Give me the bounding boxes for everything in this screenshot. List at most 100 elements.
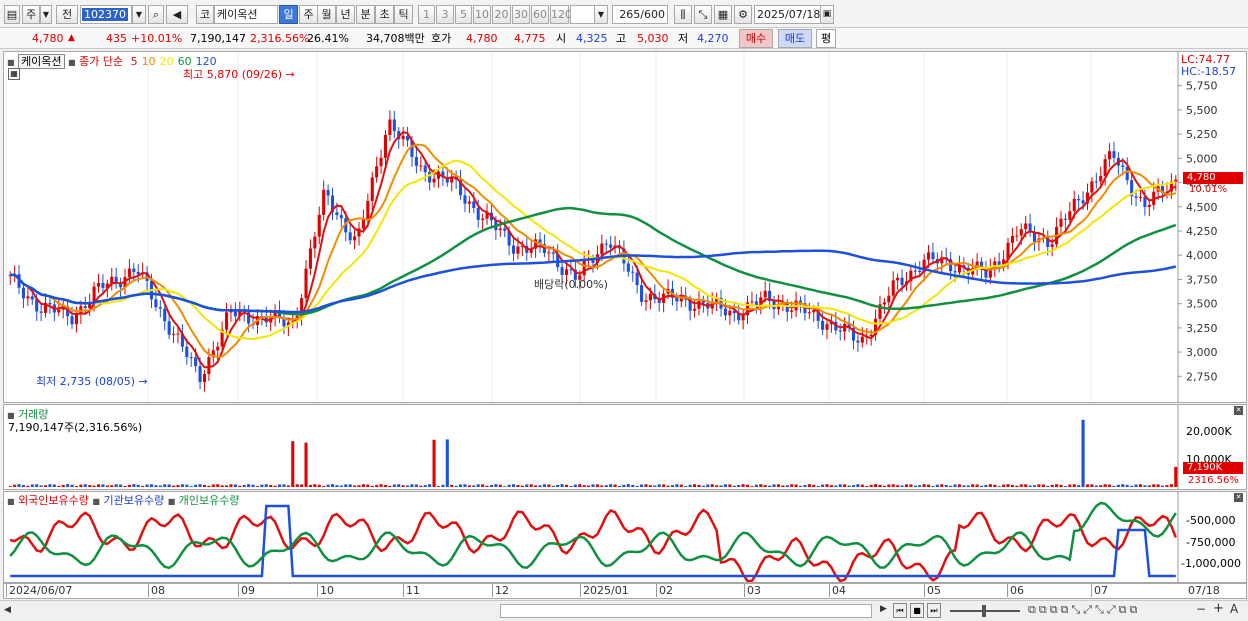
eval-button[interactable]: 평 (816, 29, 836, 48)
candle-body (39, 311, 43, 313)
volume-bar (52, 484, 56, 487)
volume-bar (35, 484, 39, 487)
volume-bar (74, 486, 78, 487)
sound-icon[interactable]: ◀ (166, 5, 188, 24)
candle-body (176, 333, 180, 335)
candle-body (353, 236, 357, 241)
y-tick-label: 5,500 (1186, 104, 1218, 117)
volume-bar (560, 484, 564, 487)
volume-bar (534, 485, 538, 487)
scroll-right-icon[interactable]: ▶ (880, 604, 887, 614)
tool-icons[interactable]: ⧉⧉⧉⧉⤡⤢⤡⤢⧉⧉ (1028, 603, 1140, 617)
timeframe-button[interactable]: 주 (299, 5, 318, 24)
volume-bar (445, 439, 449, 487)
candle-body (96, 282, 101, 287)
grid-icon[interactable]: ▦ (714, 5, 732, 24)
timeframe-button[interactable]: 일 (279, 5, 298, 24)
zoom-out-icon[interactable]: − (1196, 602, 1206, 616)
volume-bar (896, 485, 900, 487)
interval-button[interactable]: 3 (436, 5, 454, 24)
interval-button[interactable]: 120 (550, 5, 572, 24)
chart-type-icon[interactable]: ▤ (4, 5, 20, 24)
candle-body (931, 252, 935, 259)
search-icon[interactable]: ⌕ (148, 5, 164, 24)
candle-body (1094, 181, 1098, 183)
candle-body (1032, 232, 1037, 243)
hc-label: HC:-18.57 (1181, 65, 1237, 78)
candle-body (1081, 200, 1085, 204)
rewind-icon[interactable]: ⏮ (893, 603, 907, 618)
volume-bar (13, 484, 17, 487)
code-dropdown-icon[interactable]: ▼ (132, 5, 146, 24)
stock-name-tag[interactable]: 케이옥션 (18, 54, 65, 69)
timeframe-button[interactable]: 초 (375, 5, 394, 24)
volume-bar (979, 485, 984, 487)
candle-body (467, 201, 471, 204)
settings-icon[interactable]: ⚙ (734, 5, 752, 24)
buy-button[interactable]: 매수 (739, 29, 773, 48)
period-select[interactable]: 주 (22, 5, 40, 24)
sell-button[interactable]: 매도 (778, 29, 812, 48)
holdings-pane[interactable]: ■ 외국인보유수량 ■ 기관보유수량 ■ 개인보유수량 -500,000 -75… (3, 491, 1247, 583)
volume-bar (277, 484, 282, 487)
font-size-icon[interactable]: A (1230, 602, 1238, 616)
candle-body (472, 201, 476, 208)
candle-body (635, 272, 639, 286)
candle-body (754, 301, 758, 306)
candle-icon[interactable]: ⫼ (674, 5, 692, 24)
date-axis-end-label: 07/18 (1188, 584, 1220, 597)
timeframe-button[interactable]: 분 (356, 5, 375, 24)
volume-bar (1055, 484, 1059, 487)
close-icon[interactable]: ✕ (1234, 406, 1243, 415)
interval-button[interactable]: 10 (473, 5, 491, 24)
volume-bar (587, 485, 591, 487)
scroll-thumb[interactable] (500, 604, 872, 618)
candle-body (21, 287, 25, 299)
date-axis-label: 07 (1091, 584, 1108, 597)
zoom-in-icon[interactable]: + (1213, 601, 1224, 616)
blank-dropdown-icon[interactable]: ▼ (594, 5, 608, 24)
interval-button[interactable]: 20 (492, 5, 511, 24)
interval-button[interactable]: 1 (418, 5, 435, 24)
current-price-tag: 4,780 (1183, 172, 1243, 184)
volume-bar (357, 485, 361, 487)
close-icon[interactable]: ✕ (1234, 493, 1243, 502)
y-tick-label: 3,500 (1186, 298, 1218, 311)
date-axis-label: 06 (1007, 584, 1024, 597)
volume-bar (1019, 484, 1023, 487)
calendar-icon[interactable]: ▣ (820, 5, 834, 24)
period-dropdown-icon[interactable]: ▼ (40, 5, 52, 24)
stock-name-field[interactable]: 케이옥션 (214, 5, 278, 24)
line-tool-icon[interactable]: ⤡ (694, 5, 712, 24)
prev-button[interactable]: 전 (56, 5, 78, 24)
interval-button[interactable]: 5 (455, 5, 472, 24)
volume-bar (507, 484, 511, 487)
interval-button[interactable]: 30 (512, 5, 530, 24)
timeframe-button[interactable]: 년 (336, 5, 355, 24)
volume-pane[interactable]: ■ 거래량 7,190,147주(2,316.56%) 20,000K 10,0… (3, 404, 1247, 490)
price-pane[interactable]: 5,7505,5005,2505,0004,7504,5004,2504,000… (3, 51, 1247, 403)
candle-body (821, 320, 825, 330)
ma-line-10 (10, 143, 1177, 359)
volume-bar (626, 484, 630, 487)
interval-button[interactable]: 60 (531, 5, 549, 24)
table-icon[interactable]: ▦ (8, 68, 20, 80)
candle-body (379, 157, 383, 167)
volume-bar (754, 484, 758, 487)
stop-icon[interactable]: ■ (910, 603, 924, 618)
volume-bar (123, 485, 127, 487)
stock-code-input[interactable]: 102370 (80, 5, 132, 24)
volume-bar (145, 484, 149, 487)
timeframe-button[interactable]: 월 (317, 5, 336, 24)
count-field[interactable]: 265/600 (612, 5, 668, 24)
zoom-slider-handle[interactable] (982, 605, 986, 617)
candle-body (1077, 199, 1081, 201)
candle-body (640, 285, 644, 302)
chart-scrollbar[interactable]: ◀ ▶ ⏮ ■ ⏭ ⧉⧉⧉⧉⤡⤢⤡⤢⧉⧉ − + A (0, 600, 1248, 621)
timeframe-button[interactable]: 틱 (394, 5, 413, 24)
scroll-left-icon[interactable]: ◀ (4, 605, 11, 615)
volume-bar (997, 486, 1001, 487)
volume-bar (604, 485, 608, 487)
fast-forward-icon[interactable]: ⏭ (927, 603, 941, 618)
volume-bar (741, 484, 745, 487)
